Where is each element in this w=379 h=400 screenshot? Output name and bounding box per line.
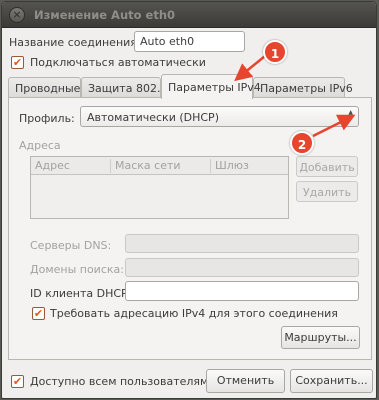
annotation-badge-2: 2 bbox=[290, 131, 314, 155]
require-ipv4-checkbox[interactable]: ✔ bbox=[32, 307, 45, 320]
search-domains-label: Домены поиска: bbox=[30, 263, 124, 276]
search-domains-input[interactable] bbox=[125, 258, 359, 277]
require-ipv4-label: Требовать адресацию IPv4 для этого соеди… bbox=[50, 307, 338, 320]
addresses-heading: Адреса bbox=[19, 139, 61, 152]
annotation-badge-1: 1 bbox=[263, 40, 287, 64]
dns-servers-input[interactable] bbox=[125, 234, 359, 253]
dhcp-client-id-label: ID клиента DHCP: bbox=[30, 287, 132, 300]
column-netmask[interactable]: Маска сети bbox=[111, 159, 211, 173]
profile-label: Профиль: bbox=[19, 112, 75, 125]
profile-select[interactable]: Автоматически (DHCP) ▲ ▼ bbox=[80, 106, 359, 127]
column-address[interactable]: Адрес bbox=[31, 159, 111, 173]
dns-servers-label: Серверы DNS: bbox=[30, 239, 112, 252]
connection-editor-window: × Изменение Auto eth0 Название соединени… bbox=[1, 1, 377, 399]
dhcp-client-id-input[interactable] bbox=[125, 281, 359, 301]
delete-address-button[interactable]: Удалить bbox=[296, 181, 358, 202]
add-address-button[interactable]: Добавить bbox=[296, 156, 358, 177]
addresses-table-header: Адрес Маска сети Шлюз bbox=[31, 157, 288, 175]
routes-button[interactable]: Маршруты... bbox=[281, 326, 360, 349]
profile-selected-value: Автоматически (DHCP) bbox=[87, 111, 219, 124]
combo-updown-icon: ▲ ▼ bbox=[348, 109, 353, 122]
addresses-table: Адрес Маска сети Шлюз bbox=[30, 156, 289, 219]
column-gateway[interactable]: Шлюз bbox=[211, 159, 289, 173]
